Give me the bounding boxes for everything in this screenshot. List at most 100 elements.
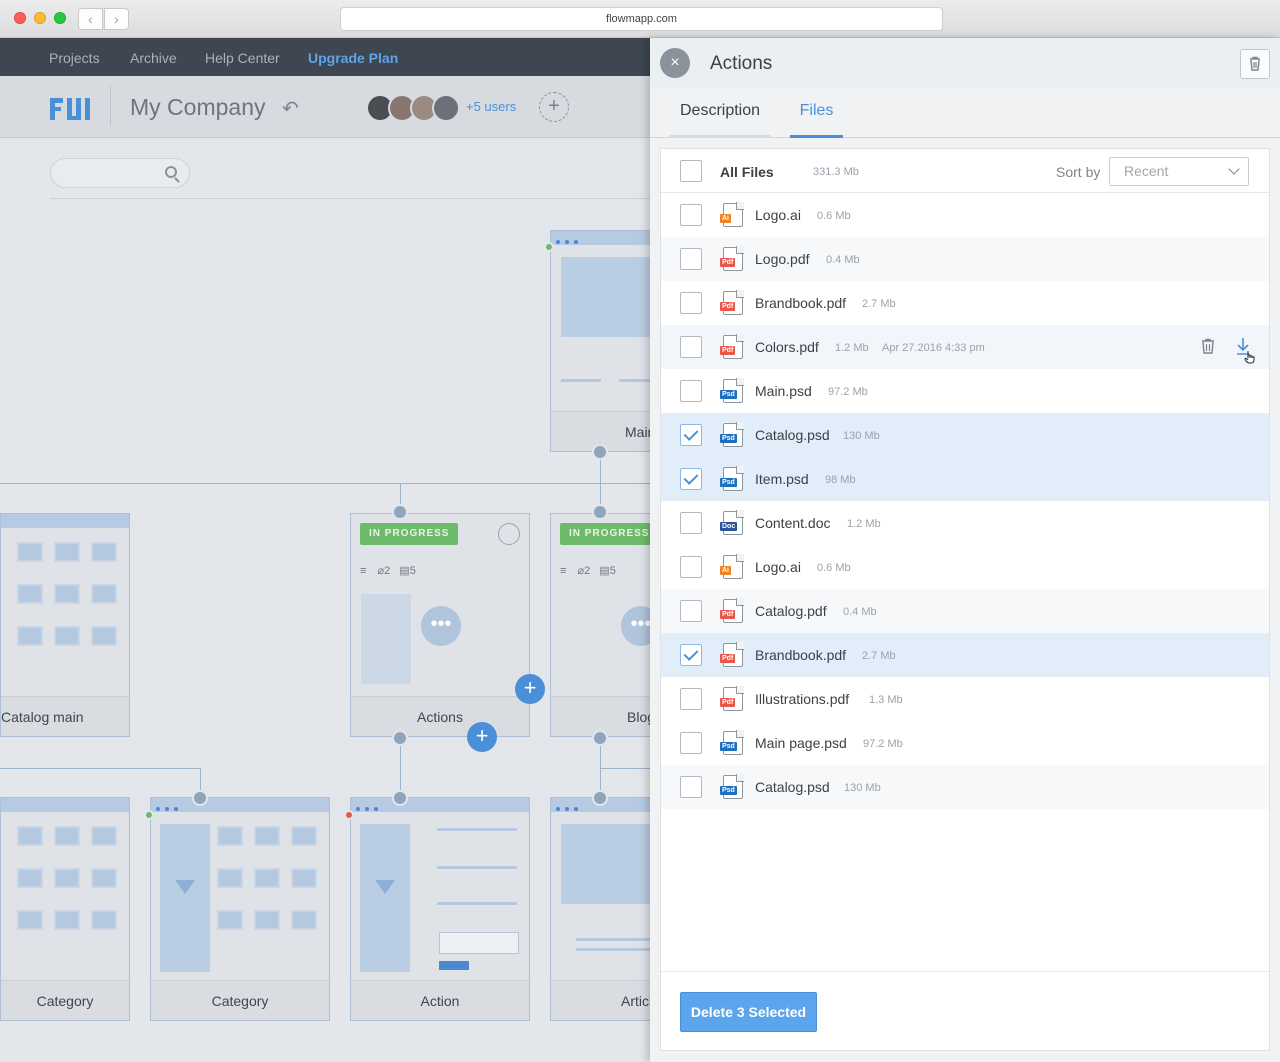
file-name[interactable]: Catalog.psd: [755, 779, 830, 795]
file-checkbox[interactable]: [680, 644, 702, 666]
file-row[interactable]: Doc Content.doc 1.2 Mb: [661, 501, 1269, 545]
image-placeholder: [561, 257, 650, 337]
status-badge: IN PROGRESS: [360, 523, 459, 545]
image-placeholder: [54, 584, 80, 604]
sort-select[interactable]: Recent: [1109, 157, 1249, 186]
image-placeholder: [17, 868, 43, 888]
file-name[interactable]: Catalog.psd: [755, 427, 830, 443]
file-name[interactable]: Brandbook.pdf: [755, 295, 846, 311]
file-name[interactable]: Logo.ai: [755, 559, 801, 575]
status-badge: IN PROGRESS: [560, 523, 650, 545]
close-panel-button[interactable]: ×: [660, 48, 690, 78]
add-user-button[interactable]: +: [539, 92, 569, 122]
page-card-category-1[interactable]: Category: [0, 797, 130, 1021]
collapse-node[interactable]: [592, 730, 608, 746]
back-button[interactable]: ‹: [78, 8, 103, 30]
nav-projects[interactable]: Projects: [49, 50, 100, 66]
select-card-checkbox[interactable]: [498, 523, 520, 545]
file-name[interactable]: Brandbook.pdf: [755, 647, 846, 663]
file-row[interactable]: Pdf Brandbook.pdf 2.7 Mb: [661, 281, 1269, 325]
tab-files[interactable]: Files: [790, 88, 843, 138]
more-icon: •••: [430, 613, 452, 635]
undo-icon[interactable]: ↶: [282, 96, 299, 121]
file-row[interactable]: Psd Main page.psd 97.2 Mb: [661, 721, 1269, 765]
more-users-link[interactable]: +5 users: [466, 99, 516, 114]
file-row[interactable]: Pdf Logo.pdf 0.4 Mb: [661, 237, 1269, 281]
connector-node: [192, 790, 208, 806]
select-all-checkbox[interactable]: [680, 160, 702, 182]
add-page-button[interactable]: +: [515, 674, 545, 704]
forward-button[interactable]: ›: [104, 8, 129, 30]
page-card-category-2[interactable]: Category: [150, 797, 330, 1021]
close-window-button[interactable]: [14, 12, 26, 24]
file-name[interactable]: Logo.ai: [755, 207, 801, 223]
file-checkbox[interactable]: [680, 556, 702, 578]
description-icon: ≡: [560, 565, 567, 577]
file-checkbox[interactable]: [680, 512, 702, 534]
delete-selected-button[interactable]: Delete 3 Selected: [680, 992, 817, 1032]
image-placeholder: [91, 626, 117, 646]
file-row[interactable]: Pdf Colors.pdf 1.2 Mb Apr 27.2016 4:33 p…: [661, 325, 1269, 369]
delete-page-button[interactable]: [1240, 49, 1270, 79]
zoom-window-button[interactable]: [54, 12, 66, 24]
collapse-node[interactable]: [392, 730, 408, 746]
more-options-button[interactable]: •••: [621, 606, 650, 646]
file-checkbox[interactable]: [680, 776, 702, 798]
page-card-actions[interactable]: IN PROGRESS ≡ ⌀2 ▤5 ••• Actions: [350, 513, 530, 737]
company-name[interactable]: My Company: [130, 94, 265, 121]
address-bar[interactable]: flowmapp.com: [340, 7, 943, 31]
file-row[interactable]: Psd Catalog.psd 130 Mb: [661, 765, 1269, 809]
trash-icon[interactable]: [1201, 338, 1215, 354]
file-name[interactable]: Main page.psd: [755, 735, 847, 751]
more-options-button[interactable]: •••: [421, 606, 461, 646]
file-row[interactable]: Psd Item.psd 98 Mb: [661, 457, 1269, 501]
file-checkbox[interactable]: [680, 688, 702, 710]
file-name[interactable]: Main.psd: [755, 383, 812, 399]
file-checkbox[interactable]: [680, 204, 702, 226]
page-card-catalog-main[interactable]: Catalog main: [0, 513, 130, 737]
nav-help-center[interactable]: Help Center: [205, 50, 280, 66]
card-label-category: Category: [151, 980, 329, 1020]
file-row[interactable]: Pdf Brandbook.pdf 2.7 Mb: [661, 633, 1269, 677]
page-card-main[interactable]: Main: [550, 230, 650, 452]
file-checkbox[interactable]: [680, 732, 702, 754]
nav-archive[interactable]: Archive: [130, 50, 177, 66]
file-name[interactable]: Content.doc: [755, 515, 831, 531]
file-name[interactable]: Logo.pdf: [755, 251, 810, 267]
image-placeholder: [54, 826, 80, 846]
minimize-window-button[interactable]: [34, 12, 46, 24]
flowmapp-logo[interactable]: [50, 96, 92, 129]
file-name[interactable]: Item.psd: [755, 471, 809, 487]
file-checkbox[interactable]: [680, 248, 702, 270]
file-checkbox[interactable]: [680, 336, 702, 358]
file-row[interactable]: Psd Main.psd 97.2 Mb: [661, 369, 1269, 413]
page-card-action[interactable]: Action: [350, 797, 530, 1021]
file-size: 1.2 Mb: [847, 518, 881, 530]
file-row[interactable]: Psd Catalog.psd 130 Mb: [661, 413, 1269, 457]
file-checkbox[interactable]: [680, 292, 702, 314]
file-row[interactable]: Pdf Catalog.pdf 0.4 Mb: [661, 589, 1269, 633]
tab-description[interactable]: Description: [670, 88, 770, 138]
text-placeholder: [576, 948, 650, 951]
file-checkbox[interactable]: [680, 380, 702, 402]
collapse-node[interactable]: [592, 444, 608, 460]
attachment-count: 2: [384, 565, 391, 577]
file-name[interactable]: Colors.pdf: [755, 339, 819, 355]
plus-icon: +: [475, 723, 489, 748]
file-checkbox[interactable]: [680, 600, 702, 622]
files-panel: × Actions Description Files All Files 33…: [650, 38, 1280, 1062]
file-checkbox[interactable]: [680, 468, 702, 490]
file-name[interactable]: Illustrations.pdf: [755, 691, 849, 707]
file-row[interactable]: Ai Logo.ai 0.6 Mb: [661, 545, 1269, 589]
text-placeholder: [576, 938, 650, 941]
file-size: 130 Mb: [844, 782, 881, 794]
file-row[interactable]: Ai Logo.ai 0.6 Mb: [661, 193, 1269, 237]
file-checkbox[interactable]: [680, 424, 702, 446]
page-card-article[interactable]: Article: [550, 797, 650, 1021]
file-row[interactable]: Pdf Illustrations.pdf 1.3 Mb: [661, 677, 1269, 721]
page-card-blog[interactable]: IN PROGRESS ≡ ⌀2 ▤5 ••• Blog: [550, 513, 650, 737]
nav-upgrade-plan[interactable]: Upgrade Plan: [308, 50, 398, 66]
search-input[interactable]: [50, 158, 190, 188]
file-name[interactable]: Catalog.pdf: [755, 603, 827, 619]
add-page-button[interactable]: +: [467, 722, 497, 752]
